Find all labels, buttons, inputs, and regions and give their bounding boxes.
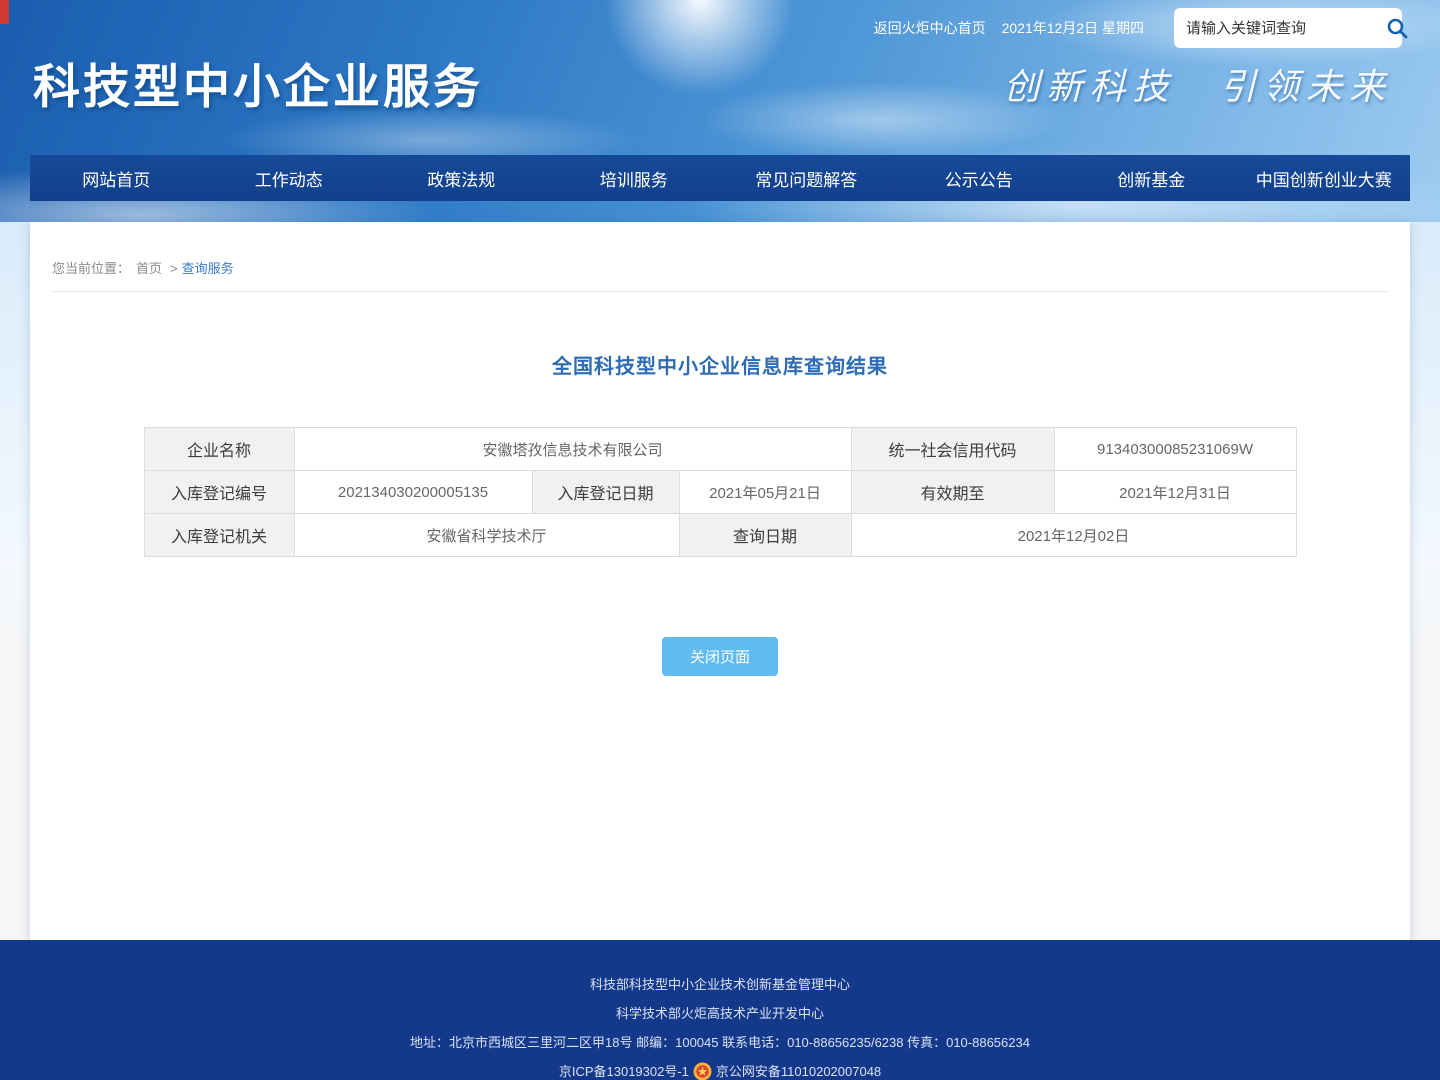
nav-item-announcements[interactable]: 公示公告	[893, 155, 1066, 201]
value-company-name: 安徽塔孜信息技术有限公司	[294, 428, 851, 471]
site-footer: 科技部科技型中小企业技术创新基金管理中心 科学技术部火炬高技术产业开发中心 地址…	[0, 940, 1440, 1080]
main-nav: 网站首页 工作动态 政策法规 培训服务 常见问题解答 公示公告 创新基金 中国创…	[30, 155, 1410, 201]
footer-org-line-2: 科学技术部火炬高技术产业开发中心	[0, 999, 1440, 1028]
breadcrumb: 您当前位置： 首页 > 查询服务	[52, 222, 1388, 292]
breadcrumb-separator: >	[170, 261, 178, 276]
icp-record-link[interactable]: 京ICP备13019302号-1	[559, 1057, 689, 1080]
close-page-button[interactable]: 关闭页面	[662, 637, 778, 676]
value-registration-authority: 安徽省科学技术厅	[294, 514, 679, 557]
site-header: 返回火炬中心首页 2021年12月2日 星期四 科技型中小企业服务 创新科技 引…	[0, 0, 1440, 222]
value-query-date: 2021年12月02日	[851, 514, 1296, 557]
table-row-company: 企业名称 安徽塔孜信息技术有限公司 统一社会信用代码 9134030008523…	[144, 428, 1296, 471]
nav-item-faq[interactable]: 常见问题解答	[720, 155, 893, 201]
search-input[interactable]	[1186, 20, 1385, 37]
breadcrumb-current-link[interactable]: 查询服务	[182, 261, 234, 276]
label-registration-number: 入库登记编号	[144, 471, 294, 514]
label-credit-code: 统一社会信用代码	[851, 428, 1054, 471]
label-registration-date: 入库登记日期	[532, 471, 679, 514]
breadcrumb-prefix: 您当前位置：	[52, 261, 130, 276]
torch-center-home-link[interactable]: 返回火炬中心首页	[874, 18, 986, 38]
label-query-date: 查询日期	[679, 514, 851, 557]
page: 返回火炬中心首页 2021年12月2日 星期四 科技型中小企业服务 创新科技 引…	[0, 0, 1440, 1080]
search-box	[1174, 8, 1402, 48]
footer-contact-line: 地址：北京市西城区三里河二区甲18号 邮编：100045 联系电话：010-88…	[0, 1028, 1440, 1057]
current-date: 2021年12月2日 星期四	[1002, 18, 1144, 38]
nav-item-training[interactable]: 培训服务	[548, 155, 721, 201]
nav-item-innovation-fund[interactable]: 创新基金	[1065, 155, 1238, 201]
value-valid-until: 2021年12月31日	[1054, 471, 1296, 514]
label-registration-authority: 入库登记机关	[144, 514, 294, 557]
site-slogan: 创新科技 引领未来	[1004, 58, 1392, 110]
result-table: 企业名称 安徽塔孜信息技术有限公司 统一社会信用代码 9134030008523…	[144, 427, 1297, 557]
breadcrumb-home-link[interactable]: 首页	[136, 261, 162, 276]
table-row-authority: 入库登记机关 安徽省科学技术厅 查询日期 2021年12月02日	[144, 514, 1296, 557]
label-valid-until: 有效期至	[851, 471, 1054, 514]
nav-item-policies[interactable]: 政策法规	[375, 155, 548, 201]
nav-item-home[interactable]: 网站首页	[30, 155, 203, 201]
value-registration-number: 202134030200005135	[294, 471, 532, 514]
psb-record-link[interactable]: 京公网安备11010202007048	[716, 1057, 881, 1080]
label-company-name: 企业名称	[144, 428, 294, 471]
footer-icp-line: 京ICP备13019302号-1 京公网安备11010202007048	[0, 1057, 1440, 1080]
search-icon[interactable]	[1385, 15, 1409, 41]
value-registration-date: 2021年05月21日	[679, 471, 851, 514]
result-title: 全国科技型中小企业信息库查询结果	[30, 350, 1410, 379]
nav-item-innovation-contest[interactable]: 中国创新创业大赛	[1238, 155, 1411, 201]
content-panel: 您当前位置： 首页 > 查询服务 全国科技型中小企业信息库查询结果 企业名称 安徽塔孜…	[30, 222, 1410, 940]
table-row-registration: 入库登记编号 202134030200005135 入库登记日期 2021年05…	[144, 471, 1296, 514]
value-credit-code: 91340300085231069W	[1054, 428, 1296, 471]
footer-org-line-1: 科技部科技型中小企业技术创新基金管理中心	[0, 970, 1440, 999]
site-logo: 科技型中小企业服务	[33, 48, 483, 117]
nav-item-work-news[interactable]: 工作动态	[203, 155, 376, 201]
public-security-badge-icon	[693, 1062, 712, 1080]
